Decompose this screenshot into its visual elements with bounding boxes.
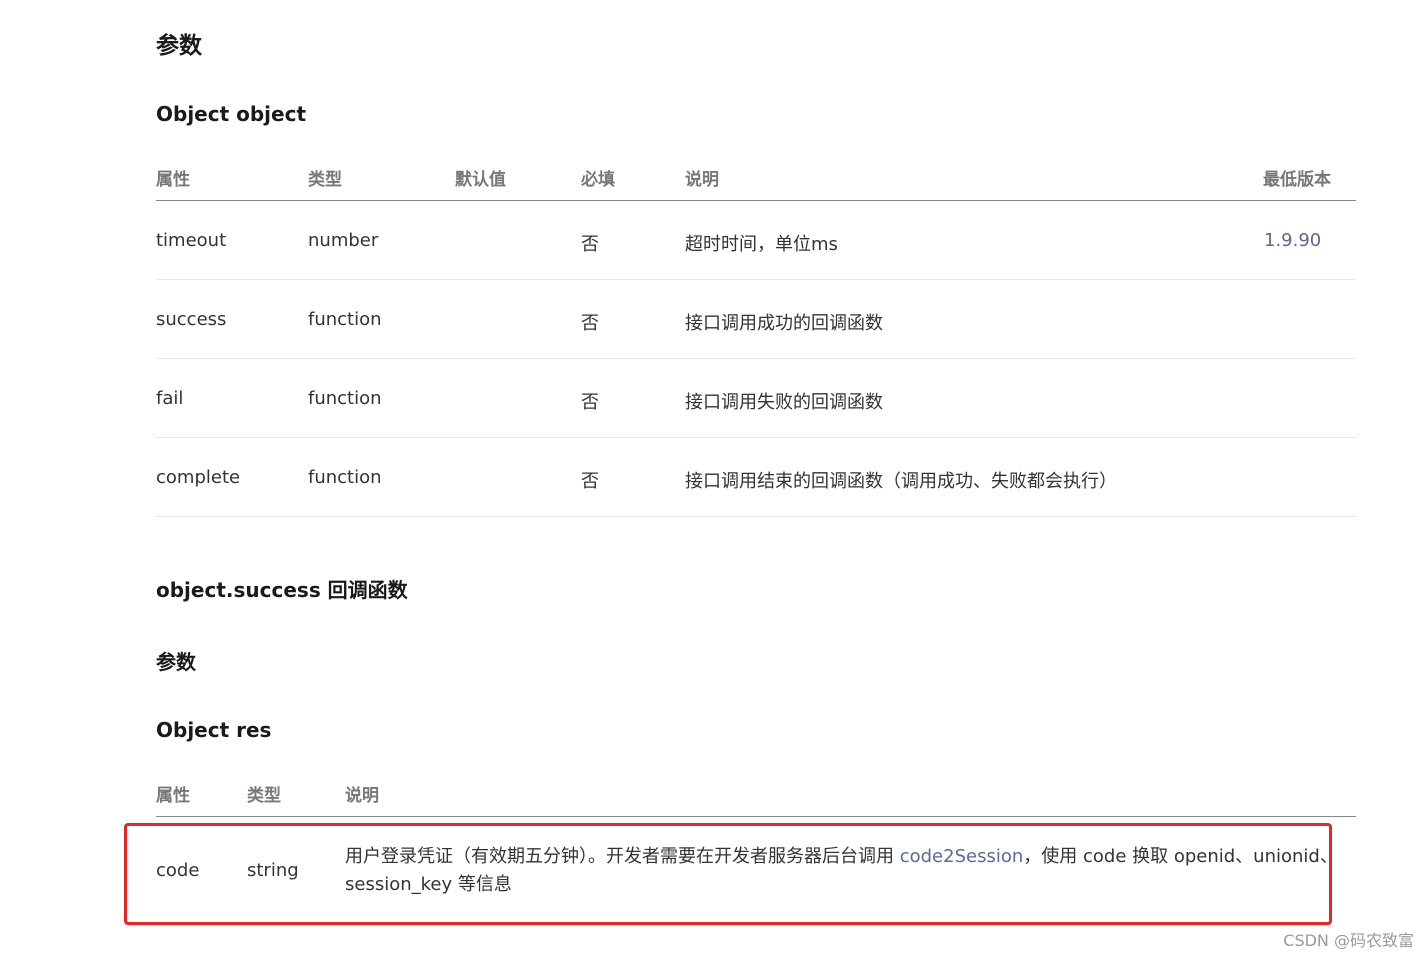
table-row-success-required: 否 bbox=[581, 313, 599, 334]
table-row-complete-name: complete bbox=[156, 467, 241, 488]
table-row-fail-desc: 接口调用失败的回调函数 bbox=[685, 392, 883, 413]
highlight-annotation-box bbox=[124, 823, 1332, 925]
csdn-watermark: CSDN @码农致富 bbox=[1283, 931, 1414, 950]
table-row-fail-name: fail bbox=[156, 388, 184, 409]
col-header-description: 说明 bbox=[685, 170, 719, 190]
params-heading: 参数 bbox=[156, 33, 202, 59]
col-header-type: 类型 bbox=[247, 786, 281, 806]
success-callback-heading: object.success 回调函数 bbox=[156, 578, 408, 602]
table-row-timeout-type: number bbox=[308, 230, 379, 251]
col-header-description: 说明 bbox=[345, 786, 379, 806]
col-header-default: 默认值 bbox=[455, 170, 506, 190]
table-row-timeout-name: timeout bbox=[156, 230, 227, 251]
table-row-timeout-desc: 超时时间，单位ms bbox=[685, 234, 838, 255]
success-params-heading: 参数 bbox=[156, 650, 196, 674]
col-header-type: 类型 bbox=[308, 170, 342, 190]
row-divider bbox=[156, 437, 1356, 438]
table-row-success-name: success bbox=[156, 309, 227, 330]
row-divider bbox=[156, 516, 1356, 517]
table-row-fail-type: function bbox=[308, 388, 382, 409]
table-row-complete-type: function bbox=[308, 467, 382, 488]
row-divider bbox=[156, 358, 1356, 359]
header-divider bbox=[156, 200, 1356, 201]
table-row-success-desc: 接口调用成功的回调函数 bbox=[685, 313, 883, 334]
col-header-min-version: 最低版本 bbox=[1263, 170, 1331, 190]
col-header-required: 必填 bbox=[581, 170, 615, 190]
table-row-complete-desc: 接口调用结束的回调函数（调用成功、失败都会执行） bbox=[685, 471, 1117, 492]
col-header-property: 属性 bbox=[156, 170, 190, 190]
table-row-timeout-version-link[interactable]: 1.9.90 bbox=[1264, 230, 1321, 251]
table-row-timeout-required: 否 bbox=[581, 234, 599, 255]
object-res-heading: Object res bbox=[156, 718, 272, 742]
table-row-complete-required: 否 bbox=[581, 471, 599, 492]
table-row-fail-required: 否 bbox=[581, 392, 599, 413]
header-divider bbox=[156, 816, 1356, 817]
row-divider bbox=[156, 279, 1356, 280]
object-params-table: 属性 类型 默认值 必填 说明 最低版本 timeout number 否 超时… bbox=[156, 160, 1356, 520]
col-header-property: 属性 bbox=[156, 786, 190, 806]
table-row-success-type: function bbox=[308, 309, 382, 330]
object-object-heading: Object object bbox=[156, 102, 307, 126]
